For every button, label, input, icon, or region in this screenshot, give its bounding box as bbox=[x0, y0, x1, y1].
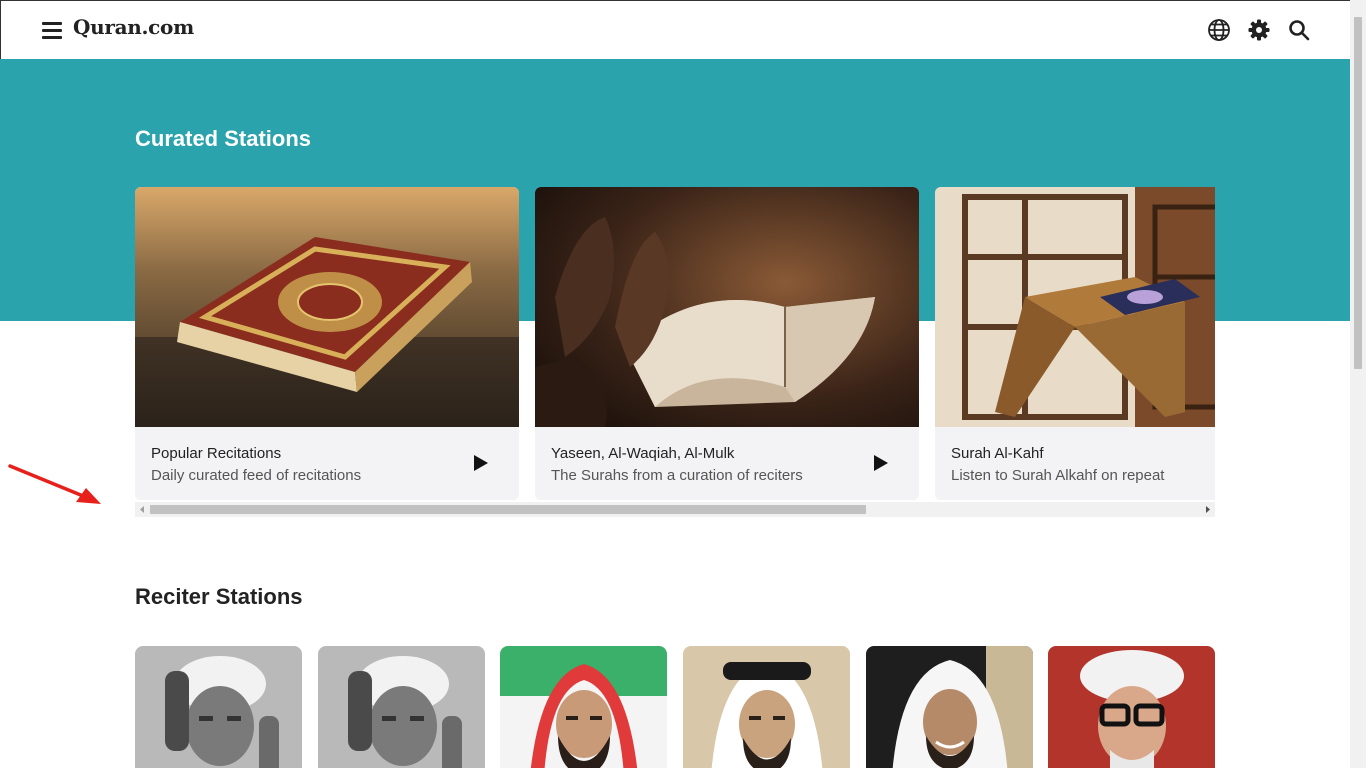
reciter-photo bbox=[1048, 646, 1215, 768]
reciter-card[interactable] bbox=[1048, 646, 1215, 768]
card-subtitle: Listen to Surah Alkahf on repeat bbox=[951, 467, 1165, 484]
reciter-card[interactable] bbox=[318, 646, 485, 768]
top-navbar: Quran.com bbox=[0, 0, 1350, 59]
station-card-yaseen-waqiah-mulk[interactable]: Yaseen, Al-Waqiah, Al-Mulk The Surahs fr… bbox=[535, 187, 919, 500]
annotation-arrow-icon bbox=[8, 464, 101, 504]
reciter-card[interactable] bbox=[500, 646, 667, 768]
station-card-surah-al-kahf[interactable]: Surah Al-Kahf Listen to Surah Alkahf on … bbox=[935, 187, 1215, 500]
hamburger-menu-icon[interactable] bbox=[39, 19, 65, 41]
site-logo[interactable]: Quran.com bbox=[73, 15, 194, 39]
quran-stand-image bbox=[935, 187, 1215, 427]
reciter-photo bbox=[866, 646, 1033, 768]
scroll-right-arrow-icon[interactable] bbox=[1200, 502, 1215, 517]
station-card-popular-recitations[interactable]: Popular Recitations Daily curated feed o… bbox=[135, 187, 519, 500]
card-title: Yaseen, Al-Waqiah, Al-Mulk bbox=[551, 445, 735, 462]
reciter-photo bbox=[683, 646, 850, 768]
reciter-photo bbox=[318, 646, 485, 768]
card-body: Popular Recitations Daily curated feed o… bbox=[135, 427, 519, 500]
reciter-card[interactable] bbox=[866, 646, 1033, 768]
page-scrollbar[interactable] bbox=[1350, 0, 1366, 768]
card-body: Yaseen, Al-Waqiah, Al-Mulk The Surahs fr… bbox=[535, 427, 919, 500]
page-scrollbar-thumb[interactable] bbox=[1354, 17, 1362, 369]
scroll-left-arrow-icon[interactable] bbox=[135, 502, 150, 517]
play-icon[interactable] bbox=[873, 454, 889, 472]
play-icon[interactable] bbox=[473, 454, 489, 472]
card-body: Surah Al-Kahf Listen to Surah Alkahf on … bbox=[935, 427, 1215, 500]
carousel-scrollbar[interactable] bbox=[135, 502, 1215, 517]
curated-stations-title: Curated Stations bbox=[135, 126, 312, 151]
gear-icon[interactable] bbox=[1246, 17, 1272, 43]
card-title: Surah Al-Kahf bbox=[951, 445, 1044, 462]
carousel-scrollbar-thumb[interactable] bbox=[150, 505, 866, 514]
quran-book-image bbox=[135, 187, 519, 427]
praying-hands-book-image bbox=[535, 187, 919, 427]
reciter-card[interactable] bbox=[135, 646, 302, 768]
card-title: Popular Recitations bbox=[151, 445, 282, 462]
curated-carousel: Popular Recitations Daily curated feed o… bbox=[135, 187, 1215, 503]
globe-icon[interactable] bbox=[1206, 17, 1232, 43]
card-subtitle: Daily curated feed of recitations bbox=[151, 467, 362, 484]
reciter-stations-title: Reciter Stations bbox=[135, 584, 303, 609]
card-subtitle: The Surahs from a curation of reciters bbox=[551, 467, 803, 484]
reciter-photo bbox=[135, 646, 302, 768]
reciter-card[interactable] bbox=[683, 646, 850, 768]
page: Quran.com Curated Stations Popular Recit… bbox=[0, 0, 1366, 768]
reciter-photo bbox=[500, 646, 667, 768]
search-icon[interactable] bbox=[1286, 17, 1312, 43]
